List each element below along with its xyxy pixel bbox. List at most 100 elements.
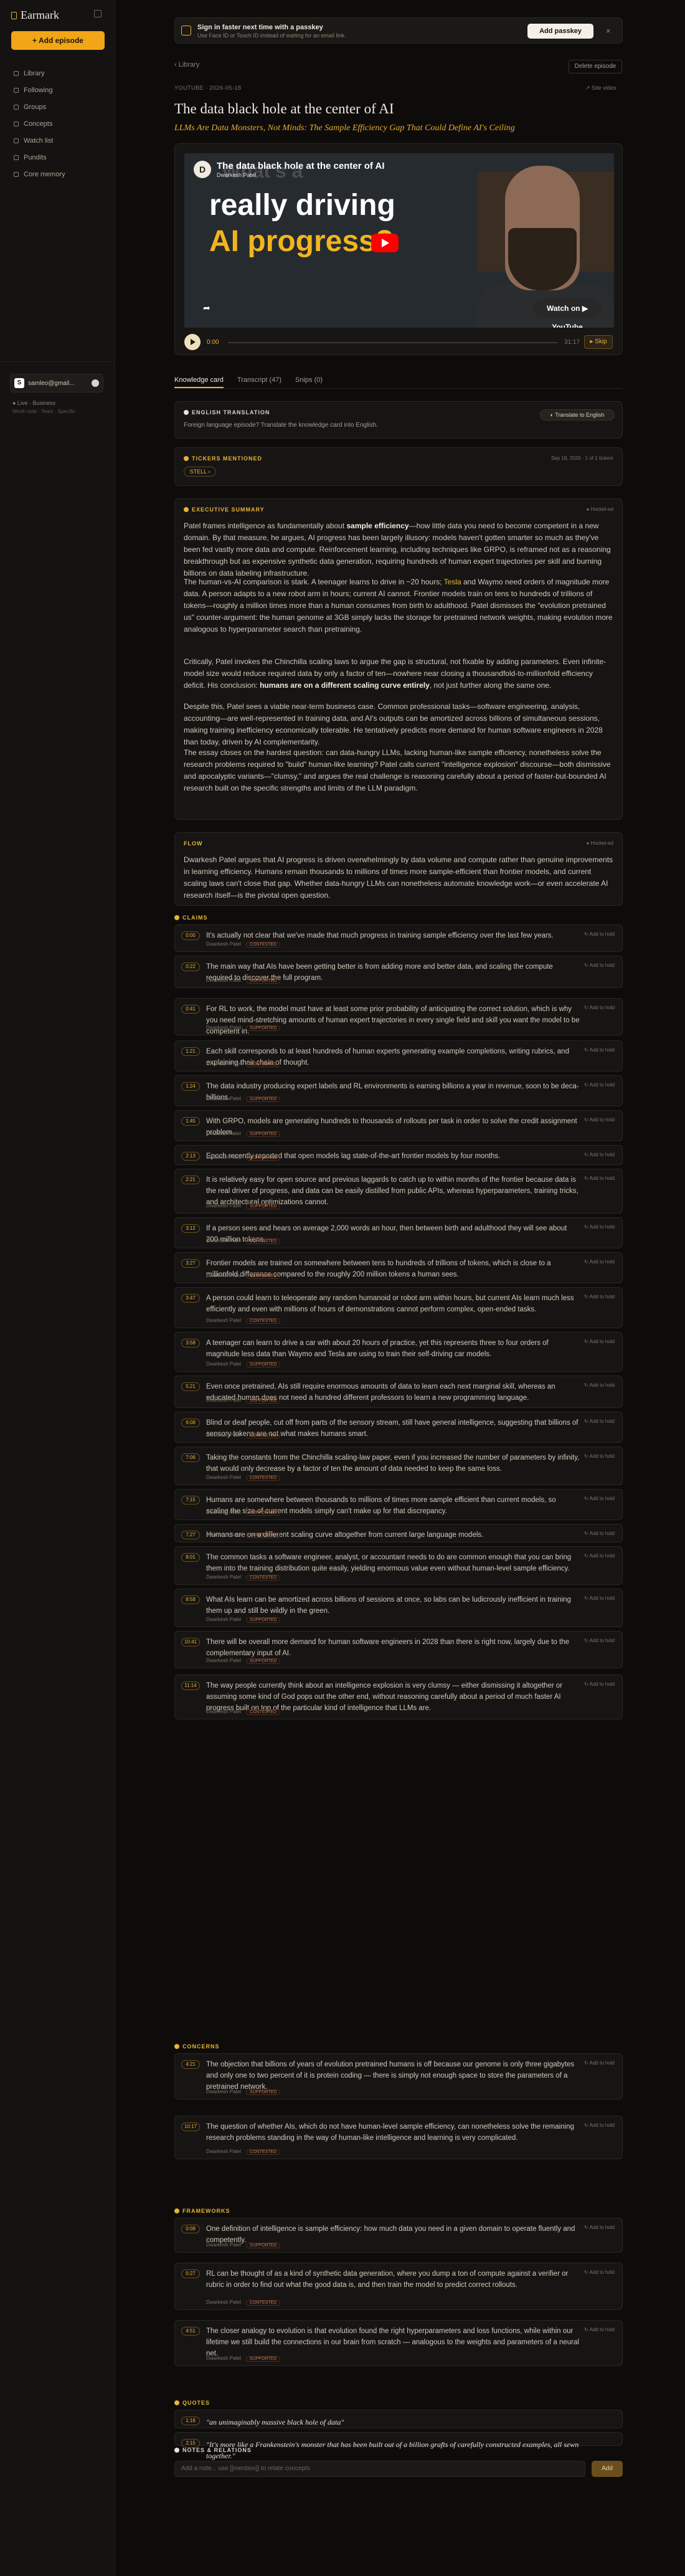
timestamp-chip[interactable]: 5:21 [181,1382,200,1391]
add-to-hold-button[interactable]: ↻ Add to hold [584,1294,615,1300]
add-to-hold-button[interactable]: ↻ Add to hold [584,2225,615,2230]
add-to-hold-button[interactable]: ↻ Add to hold [584,1496,615,1501]
claim-card[interactable]: 3:27 Frontier models are trained on somew… [174,1252,623,1283]
breadcrumb[interactable]: ‹ Library [174,61,199,69]
add-to-hold-button[interactable]: ↻ Add to hold [584,1152,615,1157]
sidebar-item-watch-list[interactable]: Watch list [14,135,107,147]
add-to-hold-button[interactable]: ↻ Add to hold [584,1681,615,1687]
timestamp-chip[interactable]: 7:15 [181,1496,200,1504]
timestamp-chip[interactable]: 7:06 [181,1453,200,1462]
add-to-hold-button[interactable]: ↻ Add to hold [584,931,615,937]
brand[interactable]: Earmark [11,9,59,22]
add-to-hold-button[interactable]: ↻ Add to hold [584,1117,615,1123]
claim-card[interactable]: 7:15 Humans are somewhere between thousan… [174,1489,623,1520]
sidebar-item-groups[interactable]: Groups [14,101,107,113]
add-to-hold-button[interactable]: ↻ Add to hold [584,2327,615,2332]
add-to-hold-button[interactable]: ↻ Add to hold [584,1005,615,1010]
claim-card[interactable]: 11:14 The way people currently think abou… [174,1675,623,1719]
sidebar-item-following[interactable]: Following [14,84,107,97]
add-to-hold-button[interactable]: ↻ Add to hold [584,1453,615,1459]
claim-card[interactable]: 0:00 It's actually not clear that we've m… [174,924,623,952]
delete-episode-button[interactable]: Delete episode [569,60,622,74]
add-to-hold-button[interactable]: ↻ Add to hold [584,1047,615,1053]
skip-button[interactable]: ▸ Skip [584,335,613,349]
timestamp-chip[interactable]: 4:51 [181,2327,200,2336]
tab-transcript[interactable]: Transcript (47) [237,376,281,388]
claim-card[interactable]: 1:24 The data industry producing expert l… [174,1075,623,1106]
sidebar-item-library[interactable]: Library [14,67,107,80]
timestamp-chip[interactable]: 7:27 [181,1531,200,1539]
concern-card[interactable]: 4:21 The objection that billions of years… [174,2053,623,2099]
sidebar-item-concepts[interactable]: Concepts [14,118,107,130]
tab-snips[interactable]: Snips (0) [295,376,323,388]
note-input[interactable]: Add a note... use [[mention]] to relate … [174,2461,585,2477]
timestamp-chip[interactable]: 0:41 [181,1005,200,1014]
claim-card[interactable]: 8:01 The common tasks a software engineer… [174,1546,623,1585]
timestamp-chip[interactable]: 0:08 [181,2225,200,2233]
timestamp-chip[interactable]: 6:08 [181,1419,200,1427]
close-icon[interactable]: × [606,26,611,36]
framework-card[interactable]: 4:51 The closer analogy to evolution is t… [174,2320,623,2366]
claim-card[interactable]: 3:12 If a person sees and hears on averag… [174,1217,623,1248]
add-to-hold-button[interactable]: ↻ Add to hold [584,1082,615,1088]
claim-card[interactable]: 3:47 A person could learn to teleoperate … [174,1287,623,1328]
entity-link[interactable]: Tesla [444,577,461,586]
timestamp-chip[interactable]: 4:21 [181,2060,200,2069]
add-episode-button[interactable]: + Add episode [11,31,105,50]
timestamp-chip[interactable]: 10:17 [181,2122,200,2131]
framework-card[interactable]: 0:08 One definition of intelligence is sa… [174,2218,623,2253]
timestamp-chip[interactable]: 11:14 [181,1681,200,1690]
add-to-hold-button[interactable]: ↻ Add to hold [584,1382,615,1388]
channel-avatar[interactable]: D [194,161,211,178]
timestamp-chip[interactable]: 2:13 [181,1152,200,1161]
framework-card[interactable]: 0:27 RL can be thought of as a kind of sy… [174,2263,623,2310]
share-icon[interactable]: ➦ [203,303,210,313]
add-to-hold-button[interactable]: ↻ Add to hold [584,962,615,968]
add-to-hold-button[interactable]: ↻ Add to hold [584,1224,615,1230]
sidebar-item-pundits[interactable]: Pundits [14,151,107,164]
quote-card[interactable]: 2:15 "It's more like a Frankenstein's mon… [174,2432,623,2460]
video-title[interactable]: The data black hole at the center of AI [217,161,385,171]
timestamp-chip[interactable]: 3:47 [181,1294,200,1303]
user-settings-icon[interactable] [92,379,99,387]
add-to-hold-button[interactable]: ↻ Add to hold [584,1531,615,1536]
timestamp-chip[interactable]: 8:58 [181,1595,200,1604]
claim-card[interactable]: 10:41 There will be overall more demand f… [174,1631,623,1668]
add-to-hold-button[interactable]: ↻ Add to hold [584,2122,615,2128]
tab-knowledge-card[interactable]: Knowledge card [174,376,224,388]
claim-card[interactable]: 1:45 With GRPO, models are generating hun… [174,1110,623,1141]
add-to-hold-button[interactable]: ↻ Add to hold [584,1176,615,1181]
claim-card[interactable]: 8:58 What AIs learn can be amortized acro… [174,1589,623,1627]
timestamp-chip[interactable]: 1:45 [181,1117,200,1126]
add-to-hold-button[interactable]: ↻ Add to hold [584,1553,615,1559]
add-to-hold-button[interactable]: ↻ Add to hold [584,1339,615,1344]
quote-card[interactable]: 1:18 "an unimaginably massive black hole … [174,2410,623,2428]
timestamp-chip[interactable]: 10:41 [181,1638,200,1647]
watch-on-youtube-button[interactable]: Watch on ▶ YouTube [533,299,602,328]
collapse-sidebar-icon[interactable] [94,10,102,17]
add-to-hold-button[interactable]: ↻ Add to hold [584,2060,615,2066]
claim-card[interactable]: 0:22 The main way that AIs have been gett… [174,956,623,988]
sidebar-item-core-memory[interactable]: Core memory [14,168,107,181]
timestamp-chip[interactable]: 3:58 [181,1339,200,1347]
add-to-hold-button[interactable]: ↻ Add to hold [584,1259,615,1265]
play-icon[interactable] [184,334,201,350]
concern-card[interactable]: 10:17 The question of whether AIs, which … [174,2116,623,2159]
timestamp-chip[interactable]: 0:27 [181,2269,200,2278]
claim-card[interactable]: 6:08 Blind or deaf people, cut off from p… [174,1412,623,1443]
ticker-chip[interactable]: STELL › [184,467,216,477]
add-to-hold-button[interactable]: ↻ Add to hold [584,1419,615,1424]
timestamp-chip[interactable]: 8:01 [181,1553,200,1562]
add-note-button[interactable]: Add [592,2461,623,2477]
claim-card[interactable]: 0:41 For RL to work, the model must have … [174,998,623,1035]
claim-card[interactable]: 2:21 It is relatively easy for open sourc… [174,1169,623,1214]
youtube-play-icon[interactable] [371,234,399,252]
claim-card[interactable]: 7:27 Humans are on a different scaling cu… [174,1524,623,1542]
claim-card[interactable]: 5:21 Even once pretrained, AIs still requ… [174,1376,623,1408]
claim-card[interactable]: 2:13 Epoch recently reported that open mo… [174,1145,623,1165]
add-to-hold-button[interactable]: ↻ Add to hold [584,1638,615,1643]
video-embed[interactable]: What's a D The data black hole at the ce… [184,153,614,328]
translate-button[interactable]: ◐ Translate to English [540,409,615,421]
timestamp-chip[interactable]: 1:18 [181,2417,200,2425]
timestamp-chip[interactable]: 0:00 [181,931,200,940]
